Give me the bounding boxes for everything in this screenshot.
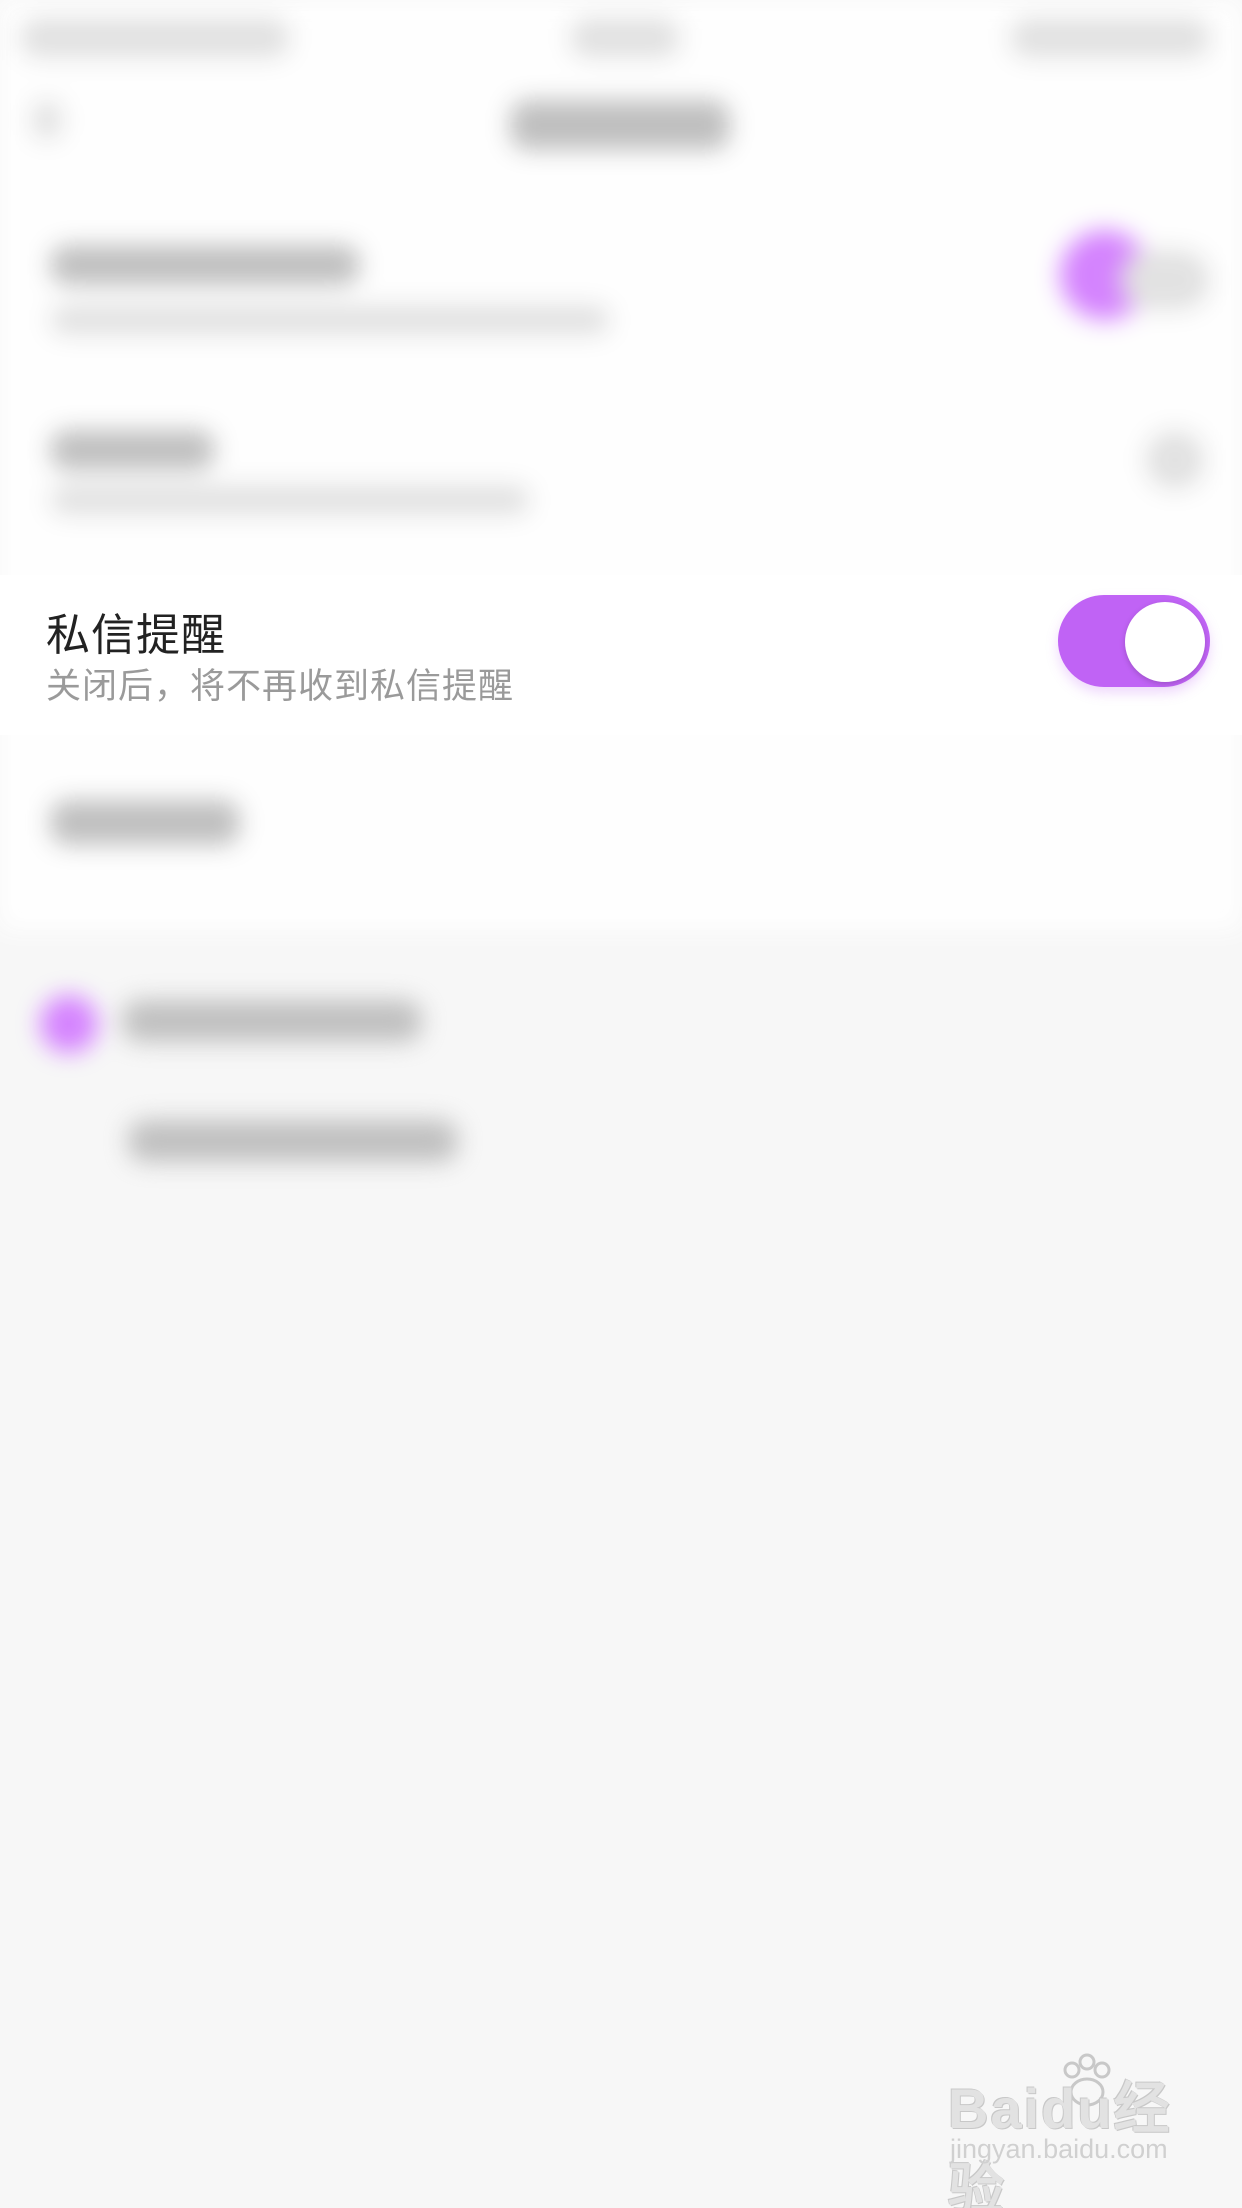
status-bar-right-placeholder xyxy=(1010,18,1210,58)
toggle-knob xyxy=(1125,602,1205,682)
option1-label-placeholder xyxy=(122,1000,422,1042)
private-message-reminder-toggle[interactable] xyxy=(1058,595,1210,687)
private-message-reminder-row[interactable]: 私信提醒 关闭后，将不再收到私信提醒 xyxy=(0,575,1242,735)
row2-toggle-placeholder xyxy=(1145,430,1205,490)
private-message-reminder-subtitle: 关闭后，将不再收到私信提醒 xyxy=(46,667,515,707)
option2-label-placeholder xyxy=(128,1120,458,1162)
row1-toggle-track xyxy=(1120,250,1210,310)
row4-title-placeholder xyxy=(50,800,240,845)
page-title-placeholder xyxy=(510,100,730,150)
row2-title-placeholder xyxy=(50,430,215,470)
watermark-domain: jingyan.baidu.com xyxy=(950,2134,1168,2164)
blurred-background xyxy=(0,0,1242,2208)
radio-selected-placeholder xyxy=(40,995,98,1053)
back-arrow-icon xyxy=(32,100,62,140)
baidu-jingyan-watermark: Baidu经验 jingyan.baidu.com xyxy=(948,2053,1208,2208)
status-bar-left-placeholder xyxy=(20,18,290,58)
row1-title-placeholder xyxy=(50,245,360,285)
row2-subtitle-placeholder xyxy=(50,485,530,515)
row1-subtitle-placeholder xyxy=(50,305,610,335)
status-bar-time-placeholder xyxy=(570,18,680,58)
private-message-reminder-title: 私信提醒 xyxy=(46,610,226,661)
settings-screen: 私信提醒 关闭后，将不再收到私信提醒 Baidu经验 jingyan.baidu… xyxy=(0,0,1242,2208)
